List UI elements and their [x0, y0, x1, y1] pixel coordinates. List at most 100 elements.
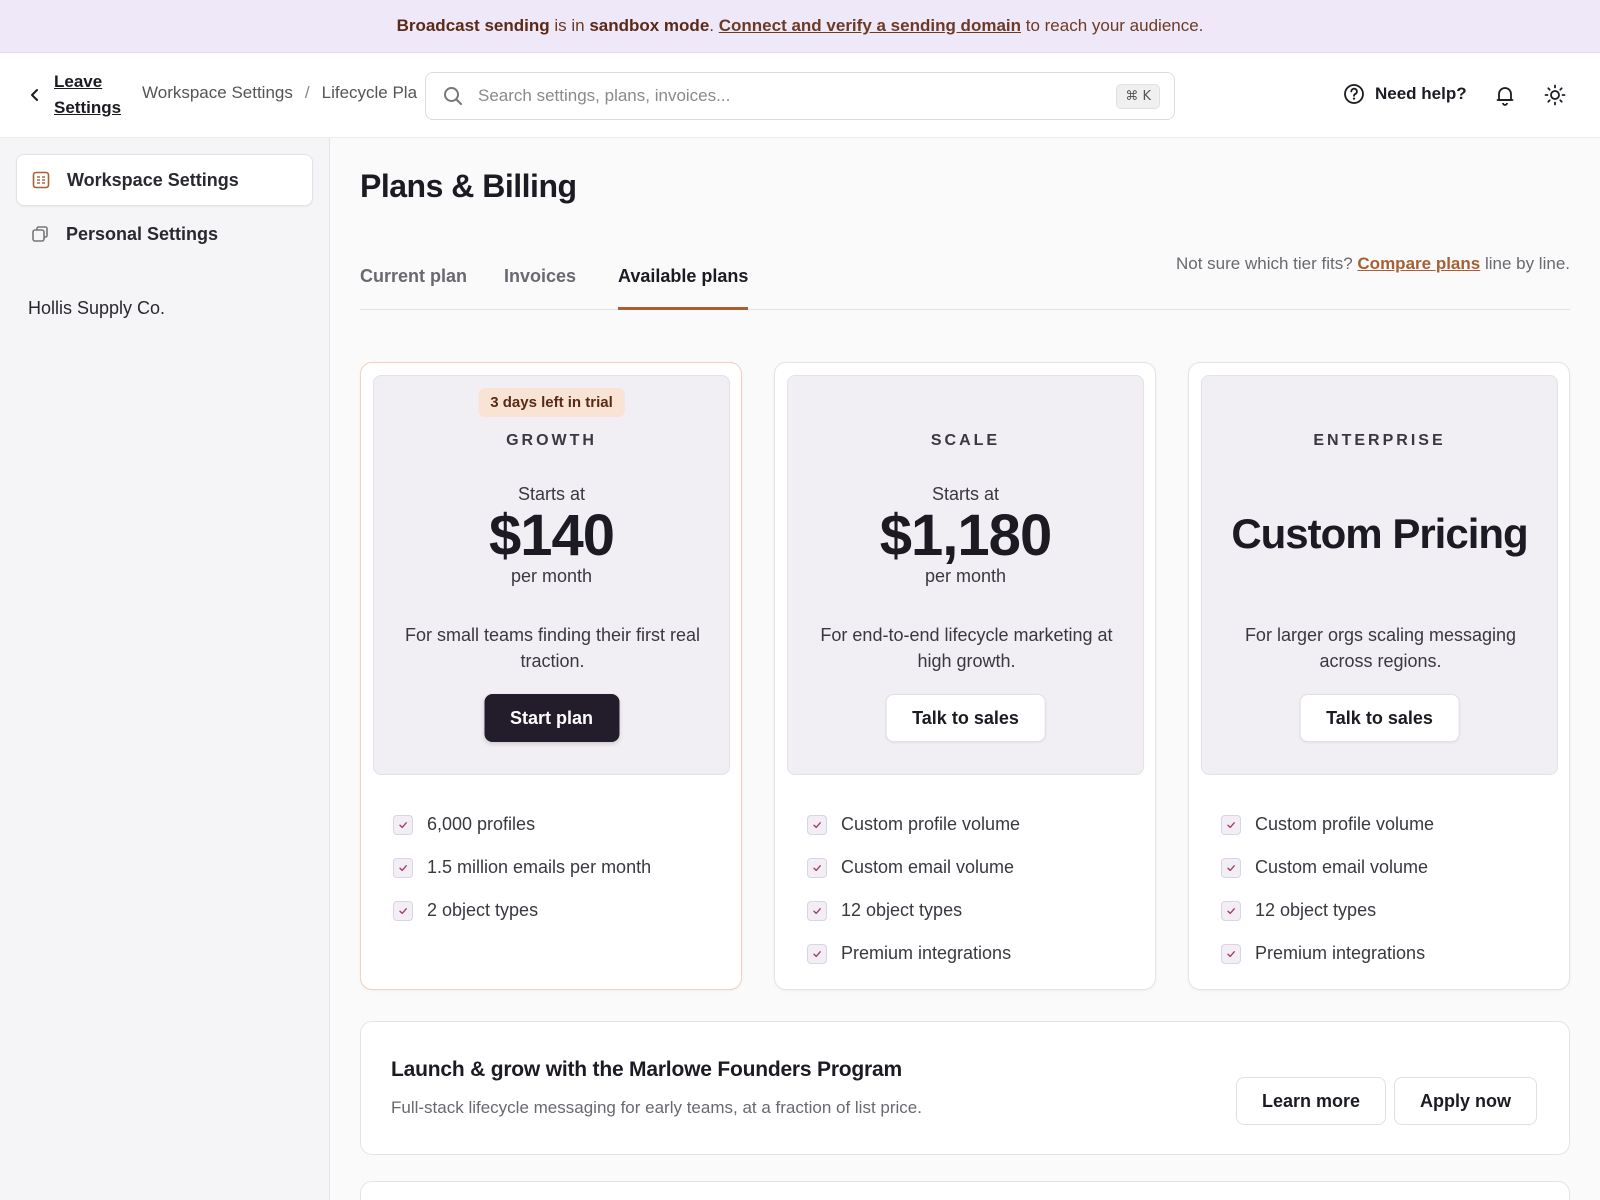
compare-plans-hint: Not sure which tier fits? Compare plans … — [1176, 254, 1570, 274]
feature-label: Custom email volume — [1255, 857, 1429, 877]
bell-icon[interactable] — [1494, 84, 1516, 111]
sidebar-item-label: Personal Settings — [66, 223, 219, 244]
top-header: Leave Settings Workspace Settings / Lifecy… — [0, 53, 1600, 138]
feature-item: Custom email volume — [807, 846, 1137, 889]
feature-item: Premium integrations — [1221, 932, 1551, 975]
compare-prefix: Not sure which tier fits? — [1176, 254, 1358, 273]
help-circle-icon — [1344, 84, 1364, 104]
founders-subtitle: Full-stack lifecycle messaging for early… — [391, 1098, 922, 1117]
search-input[interactable]: Search settings, plans, invoices... — [478, 86, 1116, 106]
theme-toggle-sun-icon[interactable] — [1543, 83, 1567, 112]
checkmark-icon — [393, 900, 413, 921]
founders-title: Launch & grow with the Marlowe Founders … — [391, 1058, 902, 1081]
feature-item: Custom email volume — [1221, 846, 1551, 889]
checkmark-icon — [807, 900, 827, 921]
copy-icon — [30, 224, 50, 244]
talk-to-sales-button[interactable]: Talk to sales — [1299, 694, 1460, 742]
trial-badge: 3 days left in trial — [478, 388, 625, 417]
plan-tier-name: GROWTH — [506, 432, 597, 449]
plan-card-header: ENTERPRISE Custom Pricing For larger org… — [1201, 375, 1558, 775]
plan-card-scale: SCALE Starts at $1,180 per month For end… — [774, 362, 1156, 990]
feature-item: Custom profile volume — [1221, 803, 1551, 846]
feature-label: Premium integrations — [841, 943, 1012, 963]
organization-name: Hollis Supply Co. — [28, 298, 166, 318]
sidebar-item-label: Workspace Settings — [67, 169, 239, 190]
feature-item: 2 object types — [393, 889, 723, 932]
compare-plans-link[interactable]: Compare plans — [1357, 254, 1480, 273]
checkmark-icon — [807, 857, 827, 878]
page-title: Plans & Billing — [360, 168, 577, 204]
need-help-label: Need help? — [1375, 84, 1467, 103]
price-period: per month — [510, 566, 593, 586]
sidebar-item-workspace-settings[interactable]: Workspace Settings — [16, 154, 313, 206]
feature-label: 12 object types — [841, 900, 963, 920]
leave-settings-link[interactable]: Leave Settings — [24, 69, 134, 121]
start-plan-button[interactable]: Start plan — [483, 694, 620, 742]
plan-card-enterprise: ENTERPRISE Custom Pricing For larger org… — [1188, 362, 1570, 990]
feature-label: Custom email volume — [841, 857, 1015, 877]
search-shortcut-hint: ⌘ K — [1116, 83, 1160, 109]
search-bar[interactable]: Search settings, plans, invoices... ⌘ K — [425, 72, 1175, 120]
sandbox-banner: Broadcast sending is in sandbox mode . C… — [0, 0, 1600, 53]
checkmark-icon — [807, 943, 827, 964]
checkmark-icon — [393, 814, 413, 835]
feature-label: 1.5 million emails per month — [427, 857, 652, 877]
plan-features-list: Custom profile volume Custom email volum… — [807, 803, 1137, 975]
plan-card-growth: 3 days left in trial GROWTH Starts at $1… — [360, 362, 742, 990]
plan-price: Custom Pricing — [1231, 510, 1528, 557]
checkmark-icon — [393, 857, 413, 878]
checkmark-icon — [1221, 814, 1241, 835]
banner-emphasis-sandbox: sandbox mode — [589, 16, 710, 35]
leave-settings-label: Leave Settings — [54, 72, 122, 117]
plan-tier-name: ENTERPRISE — [1313, 432, 1446, 449]
checkmark-icon — [807, 814, 827, 835]
plan-features-list: Custom profile volume Custom email volum… — [1221, 803, 1551, 975]
sidebar-item-personal-settings[interactable]: Personal Settings — [16, 208, 313, 260]
banner-text: to reach your audience. — [1021, 16, 1204, 35]
plan-description: For end-to-end lifecycle marketing at hi… — [820, 625, 1113, 671]
learn-more-button[interactable]: Learn more — [1236, 1077, 1387, 1125]
feature-item: Custom profile volume — [807, 803, 1137, 846]
breadcrumb-item[interactable]: Workspace Settings — [142, 83, 293, 102]
talk-to-sales-button[interactable]: Talk to sales — [885, 694, 1046, 742]
need-help-button[interactable]: Need help? — [1343, 83, 1467, 105]
verify-domain-link[interactable]: Connect and verify a sending domain — [719, 16, 1021, 36]
plan-tier-name: SCALE — [930, 432, 1001, 449]
plan-card-header: SCALE Starts at $1,180 per month For end… — [787, 375, 1144, 775]
checkmark-icon — [1221, 857, 1241, 878]
feature-item: 1.5 million emails per month — [393, 846, 723, 889]
tab-current-plan[interactable]: Current plan — [360, 266, 467, 310]
breadcrumb-item[interactable]: Lifecycle Pla — [322, 83, 417, 102]
tab-available-plans[interactable]: Available plans — [618, 266, 749, 310]
feature-item: 12 object types — [1221, 889, 1551, 932]
search-icon — [442, 85, 464, 107]
checkmark-icon — [1221, 943, 1241, 964]
feature-label: Custom profile volume — [841, 814, 1021, 834]
next-panel — [360, 1181, 1570, 1200]
plan-description: For larger orgs scaling messaging across… — [1244, 625, 1517, 671]
feature-label: 2 object types — [427, 900, 539, 920]
feature-label: 12 object types — [1255, 900, 1377, 920]
billing-tabs: Current plan Invoices Available plans No… — [360, 254, 1570, 310]
tab-invoices[interactable]: Invoices — [504, 266, 576, 310]
apply-now-button[interactable]: Apply now — [1394, 1077, 1537, 1125]
feature-item: 6,000 profiles — [393, 803, 723, 846]
plan-description: For small teams finding their first real… — [404, 625, 701, 671]
price-period: per month — [924, 566, 1007, 586]
banner-text: . — [709, 16, 719, 35]
table-icon — [31, 170, 51, 190]
breadcrumb-separator: / — [304, 83, 310, 102]
feature-item: Premium integrations — [807, 932, 1137, 975]
chevron-left-icon — [24, 84, 46, 106]
compare-suffix: line by line. — [1480, 254, 1570, 273]
feature-item: 12 object types — [807, 889, 1137, 932]
banner-emphasis-broadcast: Broadcast sending — [396, 16, 550, 35]
settings-sidebar: Workspace Settings Personal Settings Hol… — [0, 138, 330, 1200]
plan-price: $1,180 — [879, 503, 1052, 568]
founders-program-panel: Launch & grow with the Marlowe Founders … — [360, 1021, 1570, 1155]
plan-price: $140 — [488, 503, 615, 568]
plan-card-header: 3 days left in trial GROWTH Starts at $1… — [373, 375, 730, 775]
plan-features-list: 6,000 profiles 1.5 million emails per mo… — [393, 803, 723, 932]
feature-label: 6,000 profiles — [427, 814, 536, 834]
breadcrumb: Workspace Settings / Lifecycle Pla — [142, 83, 432, 103]
